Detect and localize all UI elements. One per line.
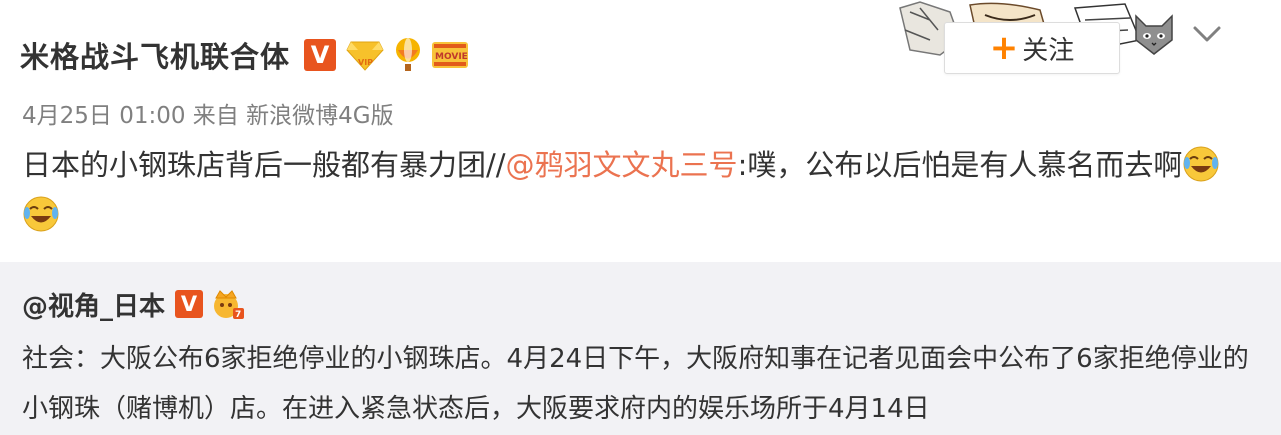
svg-text:VIP: VIP	[358, 58, 373, 67]
crown-member-icon[interactable]: 7	[211, 288, 245, 320]
follow-button[interactable]: + 关注	[944, 22, 1120, 74]
author-badges: V VIP MOVIE	[304, 37, 469, 73]
plus-icon: +	[989, 28, 1019, 68]
content-text-start: 日本的小钢珠店背后一般都有暴力团//	[22, 148, 506, 182]
laugh-cry-emoji-icon	[23, 196, 59, 232]
content-text-end: :噗，公布以后怕是有人慕名而去啊	[737, 148, 1183, 182]
follow-label: 关注	[1022, 35, 1075, 66]
repost-author-badges: V 7	[175, 288, 245, 320]
weibo-post: 米格战斗飞机联合体 V VIP MOVIE + 关注 4月25日 01:00 来…	[0, 0, 1281, 262]
post-content: 日本的小钢珠店背后一般都有暴力团//@鸦羽文文丸三号:噗，公布以后怕是有人慕名而…	[22, 140, 1242, 240]
verified-v-icon[interactable]: V	[175, 290, 204, 318]
author-name[interactable]: 米格战斗飞机联合体	[20, 34, 290, 76]
svg-text:7: 7	[235, 310, 241, 320]
cat-avatar-icon	[1135, 14, 1173, 55]
mention-link[interactable]: @鸦羽文文丸三号	[506, 148, 738, 182]
movie-icon[interactable]: MOVIE	[432, 40, 469, 70]
chevron-down-icon[interactable]	[1190, 22, 1224, 46]
repost-author-name[interactable]: @视角_日本	[22, 286, 165, 323]
repost-content[interactable]: 社会：大阪公布6家拒绝停业的小钢珠店。4月24日下午，大阪府知事在记者见面会中公…	[22, 334, 1252, 434]
svg-text:MOVIE: MOVIE	[435, 52, 468, 62]
post-meta[interactable]: 4月25日 01:00 来自 新浪微博4G版	[22, 96, 394, 130]
repost-author-row: @视角_日本 V 7	[22, 284, 245, 324]
verified-v-icon[interactable]: V	[304, 39, 337, 71]
balloon-icon[interactable]	[394, 37, 422, 73]
laugh-cry-emoji-icon	[1183, 146, 1219, 182]
vip-diamond-icon[interactable]: VIP	[346, 38, 384, 72]
reposted-weibo: @视角_日本 V 7 社会：大阪公布6家拒绝停业的小钢珠店。4月24日下午，大阪…	[0, 262, 1281, 435]
post-header: 米格战斗飞机联合体 V VIP MOVIE	[20, 30, 469, 80]
